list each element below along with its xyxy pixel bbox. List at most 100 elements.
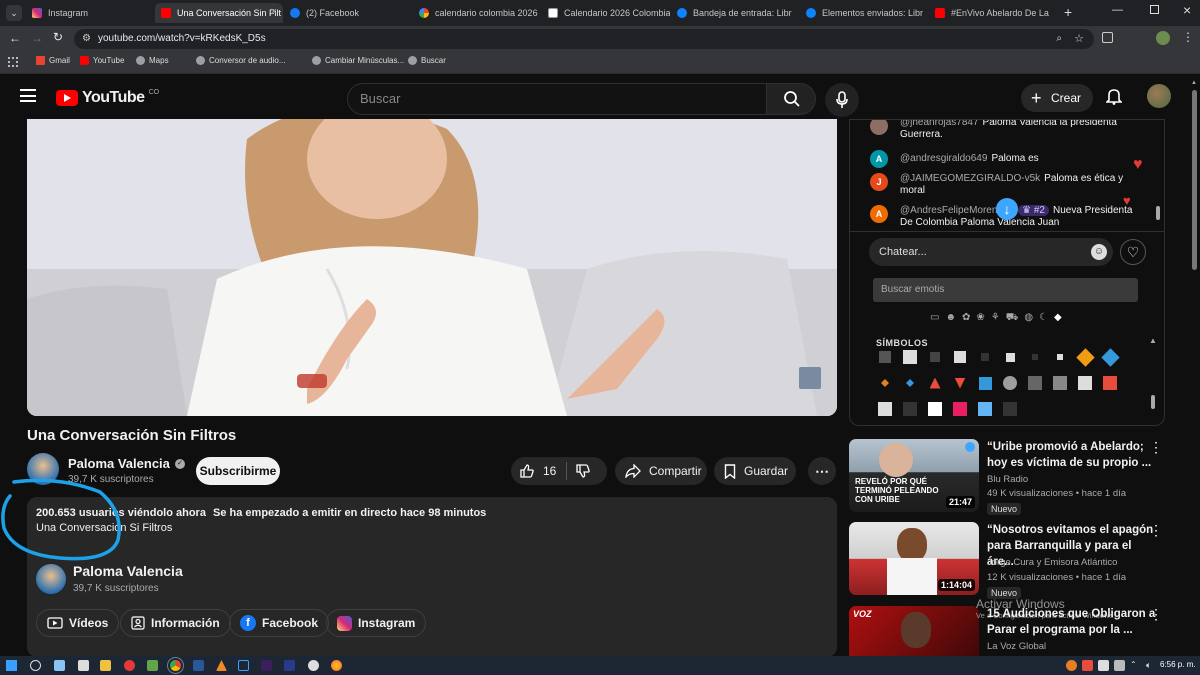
- emoji-symbol[interactable]: [1100, 347, 1120, 367]
- emoji-symbol[interactable]: [1003, 376, 1017, 390]
- video-thumbnail[interactable]: 1:14:04: [849, 522, 979, 595]
- thumbs-down-icon[interactable]: [575, 463, 591, 479]
- notifications-bell-icon[interactable]: [1105, 87, 1123, 110]
- app-icon[interactable]: [238, 660, 249, 671]
- bookmark-star-icon[interactable]: ☆: [1074, 29, 1084, 49]
- category-smileys-icon[interactable]: ☻: [945, 312, 956, 325]
- premiere-icon[interactable]: [261, 660, 272, 671]
- scroll-down-button[interactable]: ↓: [996, 198, 1018, 220]
- emoji-symbol[interactable]: [1028, 376, 1042, 390]
- close-tab-icon[interactable]: ×: [271, 6, 277, 18]
- tab-envivo[interactable]: #EnVivo Abelardo De La: [929, 3, 1057, 23]
- tab-instagram[interactable]: Instagram: [26, 3, 154, 23]
- recommendation-title[interactable]: “Uribe promovió a Abelardo; hoy es vícti…: [987, 439, 1157, 471]
- tab-facebook[interactable]: (2) Facebook: [284, 3, 412, 23]
- tab-inbox[interactable]: Bandeja de entrada: Libr: [671, 3, 799, 23]
- emoji-symbol[interactable]: [1003, 402, 1017, 416]
- emoji-search-input[interactable]: Buscar emotis: [873, 278, 1138, 302]
- site-info-icon[interactable]: ⚙: [82, 29, 91, 49]
- tab-search-button[interactable]: ⌄: [6, 5, 22, 21]
- chat-author[interactable]: @andresgiraldo649: [900, 153, 987, 164]
- vlc-icon[interactable]: [216, 660, 227, 671]
- tray-icon[interactable]: [1098, 660, 1109, 671]
- chrome-icon[interactable]: [167, 657, 184, 674]
- bookmark-case-changer[interactable]: Cambiar Minúsculas...: [312, 56, 404, 65]
- chip-videos[interactable]: Vídeos: [36, 609, 120, 637]
- app-icon[interactable]: [308, 660, 319, 671]
- category-nature-icon[interactable]: ❀: [976, 312, 984, 325]
- create-button[interactable]: + Crear: [1021, 84, 1093, 112]
- save-button[interactable]: Guardar: [714, 457, 796, 485]
- minimize-button[interactable]: —: [1112, 4, 1123, 16]
- emoji-symbol[interactable]: [954, 351, 966, 363]
- more-actions-button[interactable]: ⋯: [808, 457, 836, 485]
- account-avatar[interactable]: [1147, 84, 1171, 108]
- new-tab-button[interactable]: +: [1064, 4, 1072, 20]
- video-thumbnail[interactable]: VOZ: [849, 606, 979, 656]
- chat-input-field[interactable]: Chatear... ☺: [869, 238, 1113, 266]
- youtube-logo[interactable]: YouTube CO: [56, 89, 159, 107]
- category-recent-icon[interactable]: ▭: [930, 312, 939, 325]
- emoji-symbol[interactable]: [930, 352, 940, 362]
- widgets-icon[interactable]: [78, 660, 89, 671]
- emoji-symbol[interactable]: [903, 402, 917, 416]
- close-window-button[interactable]: ×: [1183, 2, 1191, 18]
- recommendation-channel[interactable]: Blu Radio: [987, 474, 1028, 485]
- search-button[interactable]: [766, 83, 816, 115]
- category-objects-icon[interactable]: ☾: [1039, 312, 1048, 325]
- menu-icon[interactable]: [20, 89, 36, 102]
- page-scrollbar[interactable]: ▲: [1189, 76, 1200, 656]
- clock[interactable]: 6:56 p. m.: [1160, 660, 1196, 669]
- emoji-symbol[interactable]: [1032, 354, 1038, 360]
- emoji-symbol[interactable]: [1075, 347, 1095, 367]
- emoji-scroll-up-icon[interactable]: ▲: [1149, 336, 1157, 345]
- extensions-icon[interactable]: [1102, 32, 1113, 43]
- apps-grid-icon[interactable]: [8, 57, 18, 67]
- video-thumbnail[interactable]: REVELÓ POR QUÉ TERMINÓ PELEANDO CON URIB…: [849, 439, 979, 512]
- like-button[interactable]: 16: [511, 463, 556, 479]
- voice-search-button[interactable]: [825, 83, 859, 117]
- emoji-symbol[interactable]: [954, 377, 966, 389]
- emoji-symbol[interactable]: [1005, 352, 1015, 362]
- emoji-button-icon[interactable]: ☺: [1091, 244, 1107, 260]
- chip-instagram[interactable]: Instagram: [326, 609, 427, 637]
- bookmark-converter[interactable]: Conversor de audio...: [196, 56, 286, 65]
- emoji-symbol[interactable]: [906, 379, 914, 387]
- emoji-symbol[interactable]: [878, 402, 892, 416]
- category-symbols-icon[interactable]: ◆: [1054, 312, 1062, 325]
- tab-sent[interactable]: Elementos enviados: Libr: [800, 3, 928, 23]
- emoji-symbol[interactable]: [1057, 354, 1063, 360]
- emoji-symbol[interactable]: [978, 376, 992, 390]
- heart-button-icon[interactable]: ♡: [1120, 239, 1146, 265]
- task-view-icon[interactable]: [54, 660, 65, 671]
- share-button[interactable]: Compartir: [615, 457, 707, 485]
- channel-name[interactable]: Paloma Valencia: [68, 456, 170, 471]
- chat-scrollbar[interactable]: [1156, 206, 1160, 220]
- tray-icon[interactable]: [1082, 660, 1093, 671]
- category-people-icon[interactable]: ✿: [962, 312, 970, 325]
- start-icon[interactable]: [6, 660, 17, 671]
- emoji-symbol[interactable]: [881, 379, 889, 387]
- search-taskbar-icon[interactable]: [30, 660, 41, 671]
- chat-author[interactable]: @JAIMEGOMEZGIRALDO-v5k: [900, 173, 1040, 184]
- more-vertical-icon[interactable]: ⋮: [1149, 439, 1163, 456]
- emoji-symbol[interactable]: [1053, 376, 1067, 390]
- category-food-icon[interactable]: ⚘: [991, 312, 1000, 325]
- chip-info[interactable]: Información: [120, 609, 231, 637]
- profile-avatar[interactable]: [1156, 31, 1170, 45]
- emoji-symbol[interactable]: [953, 402, 967, 416]
- opera-icon[interactable]: [124, 660, 135, 671]
- recommendation-item[interactable]: 1:14:04 “Nosotros evitamos el apagón par…: [849, 522, 1165, 600]
- chat-author[interactable]: @jheanrojas7847: [900, 120, 979, 128]
- chevron-up-icon[interactable]: ⌃: [1130, 660, 1141, 671]
- search-input[interactable]: Buscar: [347, 83, 767, 115]
- recommendation-item[interactable]: REVELÓ POR QUÉ TERMINÓ PELEANDO CON URIB…: [849, 439, 1165, 517]
- emoji-symbol[interactable]: [879, 351, 891, 363]
- bookmark-gmail[interactable]: Gmail: [36, 56, 70, 65]
- emoji-symbol[interactable]: [1078, 376, 1092, 390]
- back-icon[interactable]: ←: [9, 31, 21, 45]
- reload-icon[interactable]: ↻: [53, 30, 63, 44]
- firefox-icon[interactable]: [331, 660, 342, 671]
- category-travel-icon[interactable]: ⛟: [1006, 312, 1019, 325]
- browser-menu-icon[interactable]: ⋮: [1182, 30, 1194, 44]
